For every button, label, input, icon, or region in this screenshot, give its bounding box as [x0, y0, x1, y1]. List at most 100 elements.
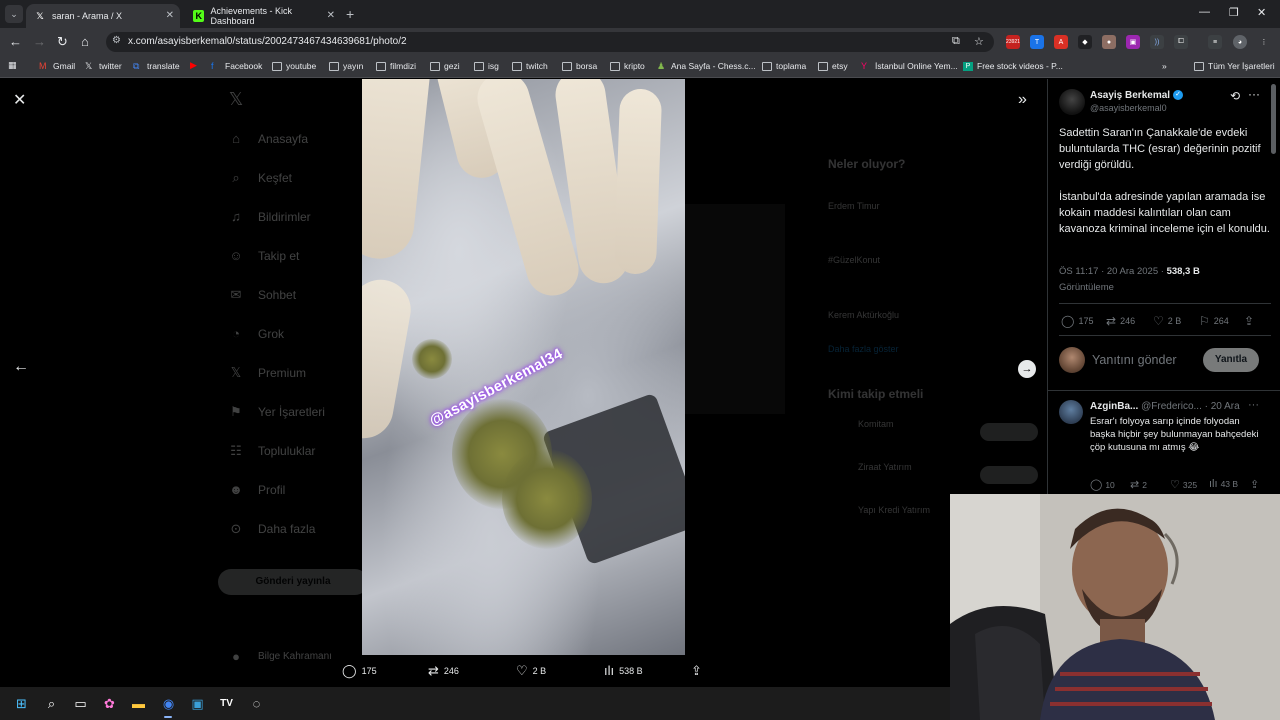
windows-start-icon[interactable]: ⊞ [13, 695, 30, 712]
like-stat[interactable]: ♡ 2 B [1153, 314, 1181, 328]
extension-badge-icon[interactable]: 23921 [1006, 35, 1020, 49]
bookmark-icon: ⚑ [230, 404, 242, 419]
bookmark-facebook[interactable]: f Facebook [211, 61, 262, 71]
reply-input[interactable]: Yanıtını gönder [1092, 353, 1177, 367]
reply-stat[interactable]: ◯ 175 [1061, 314, 1093, 328]
new-tab-plus-icon[interactable]: + [346, 6, 354, 22]
tab-search-chevron-icon[interactable]: ⌄ [5, 5, 23, 23]
all-bookmarks-folder[interactable]: Tüm Yer İşaretleri [1194, 61, 1275, 71]
media-like-action[interactable]: ♡ 2 B [516, 663, 546, 679]
bookmark-folder-kripto[interactable]: kripto [610, 61, 645, 71]
next-arrow-icon[interactable]: → [1018, 360, 1036, 378]
comment-handle[interactable]: @Frederico... [1141, 401, 1202, 412]
close-window-icon[interactable]: ✕ [1257, 6, 1266, 19]
author-name[interactable]: Asayiş Berkemal ✓ [1090, 90, 1184, 101]
tweet-timestamp[interactable]: ÖS 11:17 · 20 Ara 2025 · [1059, 266, 1164, 277]
forward-arrow-icon[interactable]: → [33, 34, 46, 49]
media-repost-action[interactable]: ⇄ 246 [428, 663, 459, 679]
bookmark-folder-etsy[interactable]: etsy [818, 61, 848, 71]
apps-grid-icon[interactable]: ▦ [8, 61, 22, 70]
repost-icon: ⇄ [428, 663, 439, 678]
bookmark-youtube[interactable]: ▶ [190, 61, 204, 70]
file-explorer-icon[interactable]: ▬ [130, 695, 147, 712]
tweet-photo[interactable]: @asayisberkemal34 [362, 79, 685, 655]
close-tab-icon[interactable]: ✕ [327, 10, 335, 21]
bookmark-chess[interactable]: ♟ Ana Sayfa - Chess.c... [657, 61, 756, 71]
back-arrow-icon[interactable]: ← [9, 34, 22, 49]
bookmark-star-icon[interactable]: ☆ [974, 35, 984, 48]
previous-arrow-icon[interactable]: ← [13, 358, 29, 376]
recorder-app-icon[interactable]: ◌ [248, 695, 265, 712]
tradingview-icon[interactable]: TV [218, 695, 235, 712]
media-share-action[interactable]: ⇪ [691, 663, 707, 679]
comment-repost-stat[interactable]: ⇄ 2 [1130, 478, 1147, 491]
grok-explain-icon[interactable]: ⟲ [1230, 89, 1240, 103]
search-icon[interactable]: ⌕ [43, 695, 60, 712]
home-icon[interactable]: ⌂ [81, 34, 89, 49]
panel-scrollbar[interactable] [1271, 84, 1276, 154]
install-app-icon[interactable]: ⧉ [952, 35, 960, 48]
minimize-icon[interactable]: — [1199, 6, 1210, 18]
bookmark-folder-twitch[interactable]: twitch [512, 61, 548, 71]
comment-views-stat[interactable]: ılı 43 B [1209, 478, 1238, 490]
reply-button[interactable]: Yanıtla [1203, 348, 1259, 372]
media-views-action[interactable]: ılı 538 B [604, 663, 643, 678]
search-icon: ⌕ [232, 170, 240, 185]
task-view-icon[interactable]: ▭ [72, 695, 89, 712]
adblock-extension-icon[interactable]: A [1054, 35, 1068, 49]
diamond-extension-icon[interactable]: ◆ [1078, 35, 1092, 49]
bookmark-folder-filmdizi[interactable]: filmdizi [376, 61, 416, 71]
collapse-panel-icon[interactable]: » [1018, 91, 1027, 109]
reload-icon[interactable]: ↻ [57, 34, 68, 50]
tab-kick-dashboard[interactable]: K Achievements - Kick Dashboard ✕ [185, 4, 341, 28]
audio-extension-icon[interactable]: )) [1150, 35, 1164, 49]
comment-share-button[interactable]: ⇪ [1250, 478, 1262, 491]
bookmark-pexels[interactable]: P Free stock videos - P... [963, 61, 1063, 71]
author-handle[interactable]: @asayisberkemal0 [1090, 103, 1167, 113]
bookmark-gmail[interactable]: M Gmail [39, 61, 75, 71]
more-options-icon[interactable]: ··· [1248, 87, 1260, 101]
bookmark-twitter[interactable]: 𝕏twitter [85, 61, 122, 71]
puzzle-extensions-icon[interactable]: ⧠ [1174, 35, 1188, 49]
bookmark-folder-borsa[interactable]: borsa [562, 61, 597, 71]
repost-stat[interactable]: ⇄ 246 [1106, 314, 1135, 328]
media-extension-icon[interactable]: ▣ [1126, 35, 1140, 49]
bookmark-translate[interactable]: ⧉ translate [133, 61, 180, 71]
cookie-extension-icon[interactable]: ● [1102, 35, 1116, 49]
share-button[interactable]: ⇪ [1244, 314, 1258, 328]
bookmark-stat[interactable]: ⚐ 264 [1199, 314, 1229, 328]
restore-icon[interactable]: ❐ [1229, 6, 1239, 19]
bookmark-folder-youtube[interactable]: youtube [272, 61, 316, 71]
trend-item: Kerem Aktürkoğlu [828, 310, 900, 320]
reading-list-icon[interactable]: ≡ [1208, 35, 1222, 49]
comment-reply-stat[interactable]: ◯ 10 [1090, 478, 1115, 491]
profile-avatar-icon[interactable]: ◕ [1233, 35, 1247, 49]
bookmark-istanbul-yemek[interactable]: Y İstanbul Online Yem... [861, 61, 958, 71]
nav-communities: ☷ Topluluklar [228, 443, 315, 459]
nav-follow: ☺ Takip et [229, 248, 300, 263]
nav-grok: ◔ Grok [228, 326, 284, 341]
media-reply-action[interactable]: ◯ 175 [342, 663, 377, 679]
comment-author-name[interactable]: AzginBa... [1090, 401, 1138, 412]
comment-avatar[interactable] [1059, 400, 1083, 424]
bookmark-folder-gezi[interactable]: gezi [430, 61, 460, 71]
address-bar[interactable]: ⚙ x.com/asayisberkemal0/status/200247346… [106, 32, 994, 52]
comment-more-icon[interactable]: ··· [1248, 399, 1259, 411]
copilot-icon[interactable]: ✿ [101, 695, 118, 712]
bookmark-folder-isg[interactable]: isg [474, 61, 499, 71]
bookmarks-overflow-icon[interactable]: » [1162, 61, 1167, 71]
translate-extension-icon[interactable]: T [1030, 35, 1044, 49]
reply-icon: ◯ [342, 663, 357, 678]
monitor-app-icon[interactable]: ▣ [189, 695, 206, 712]
bookmark-folder-toplama[interactable]: toplama [762, 61, 806, 71]
browser-menu-icon[interactable]: ⋮ [1257, 35, 1271, 49]
comment-like-stat[interactable]: ♡ 325 [1170, 478, 1197, 491]
close-icon[interactable]: ✕ [13, 90, 26, 110]
bookmark-folder-yayin[interactable]: yayın [329, 61, 363, 71]
author-avatar[interactable] [1059, 89, 1085, 115]
tweet-text: Sadettin Saran'ın Çanakkale'de evdeki bu… [1059, 125, 1271, 253]
close-tab-icon[interactable]: ✕ [166, 10, 174, 21]
site-info-icon[interactable]: ⚙ [112, 35, 121, 46]
tab-x-search[interactable]: 𝕏 saran - Arama / X ✕ [26, 4, 180, 28]
chrome-icon[interactable]: ◉ [160, 695, 177, 712]
